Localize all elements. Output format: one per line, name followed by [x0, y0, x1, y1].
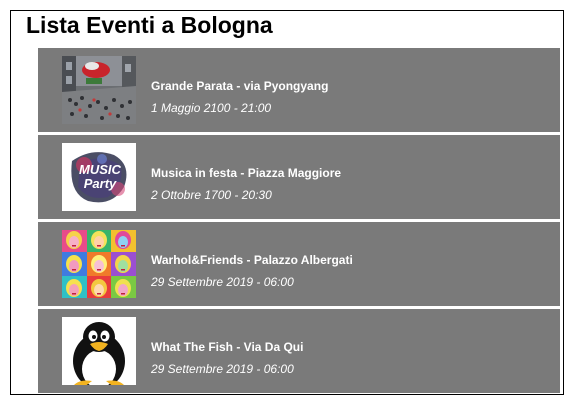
event-date: 29 Settembre 2019 - 06:00: [151, 275, 294, 289]
event-thumbnail-penguin[interactable]: [62, 317, 136, 385]
event-list: Grande Parata - via Pyongyang 1 Maggio 2…: [38, 48, 560, 396]
event-item[interactable]: Grande Parata - via Pyongyang 1 Maggio 2…: [38, 48, 560, 132]
music-party-poster-text: MUSIC Party: [79, 162, 121, 191]
event-item[interactable]: MUSIC Party Musica in festa - Piazza Mag…: [38, 135, 560, 219]
event-item[interactable]: Warhol&Friends - Palazzo Albergati 29 Se…: [38, 222, 560, 306]
event-thumbnail-popart[interactable]: [62, 230, 136, 298]
event-title[interactable]: Grande Parata - via Pyongyang: [151, 79, 328, 93]
event-thumbnail-parade[interactable]: [62, 56, 136, 124]
page-frame: Lista Eventi a Bologna Grande Parata - v…: [10, 10, 564, 395]
event-title[interactable]: What The Fish - Via Da Qui: [151, 340, 303, 354]
event-thumbnail-music[interactable]: MUSIC Party: [62, 143, 136, 211]
event-title[interactable]: Warhol&Friends - Palazzo Albergati: [151, 253, 353, 267]
event-date: 1 Maggio 2100 - 21:00: [151, 101, 272, 115]
event-date: 29 Settembre 2019 - 06:00: [151, 362, 294, 376]
event-title[interactable]: Musica in festa - Piazza Maggiore: [151, 166, 341, 180]
page-title: Lista Eventi a Bologna: [26, 12, 273, 38]
event-date: 2 Ottobre 1700 - 20:30: [151, 188, 272, 202]
event-item[interactable]: What The Fish - Via Da Qui 29 Settembre …: [38, 309, 560, 393]
